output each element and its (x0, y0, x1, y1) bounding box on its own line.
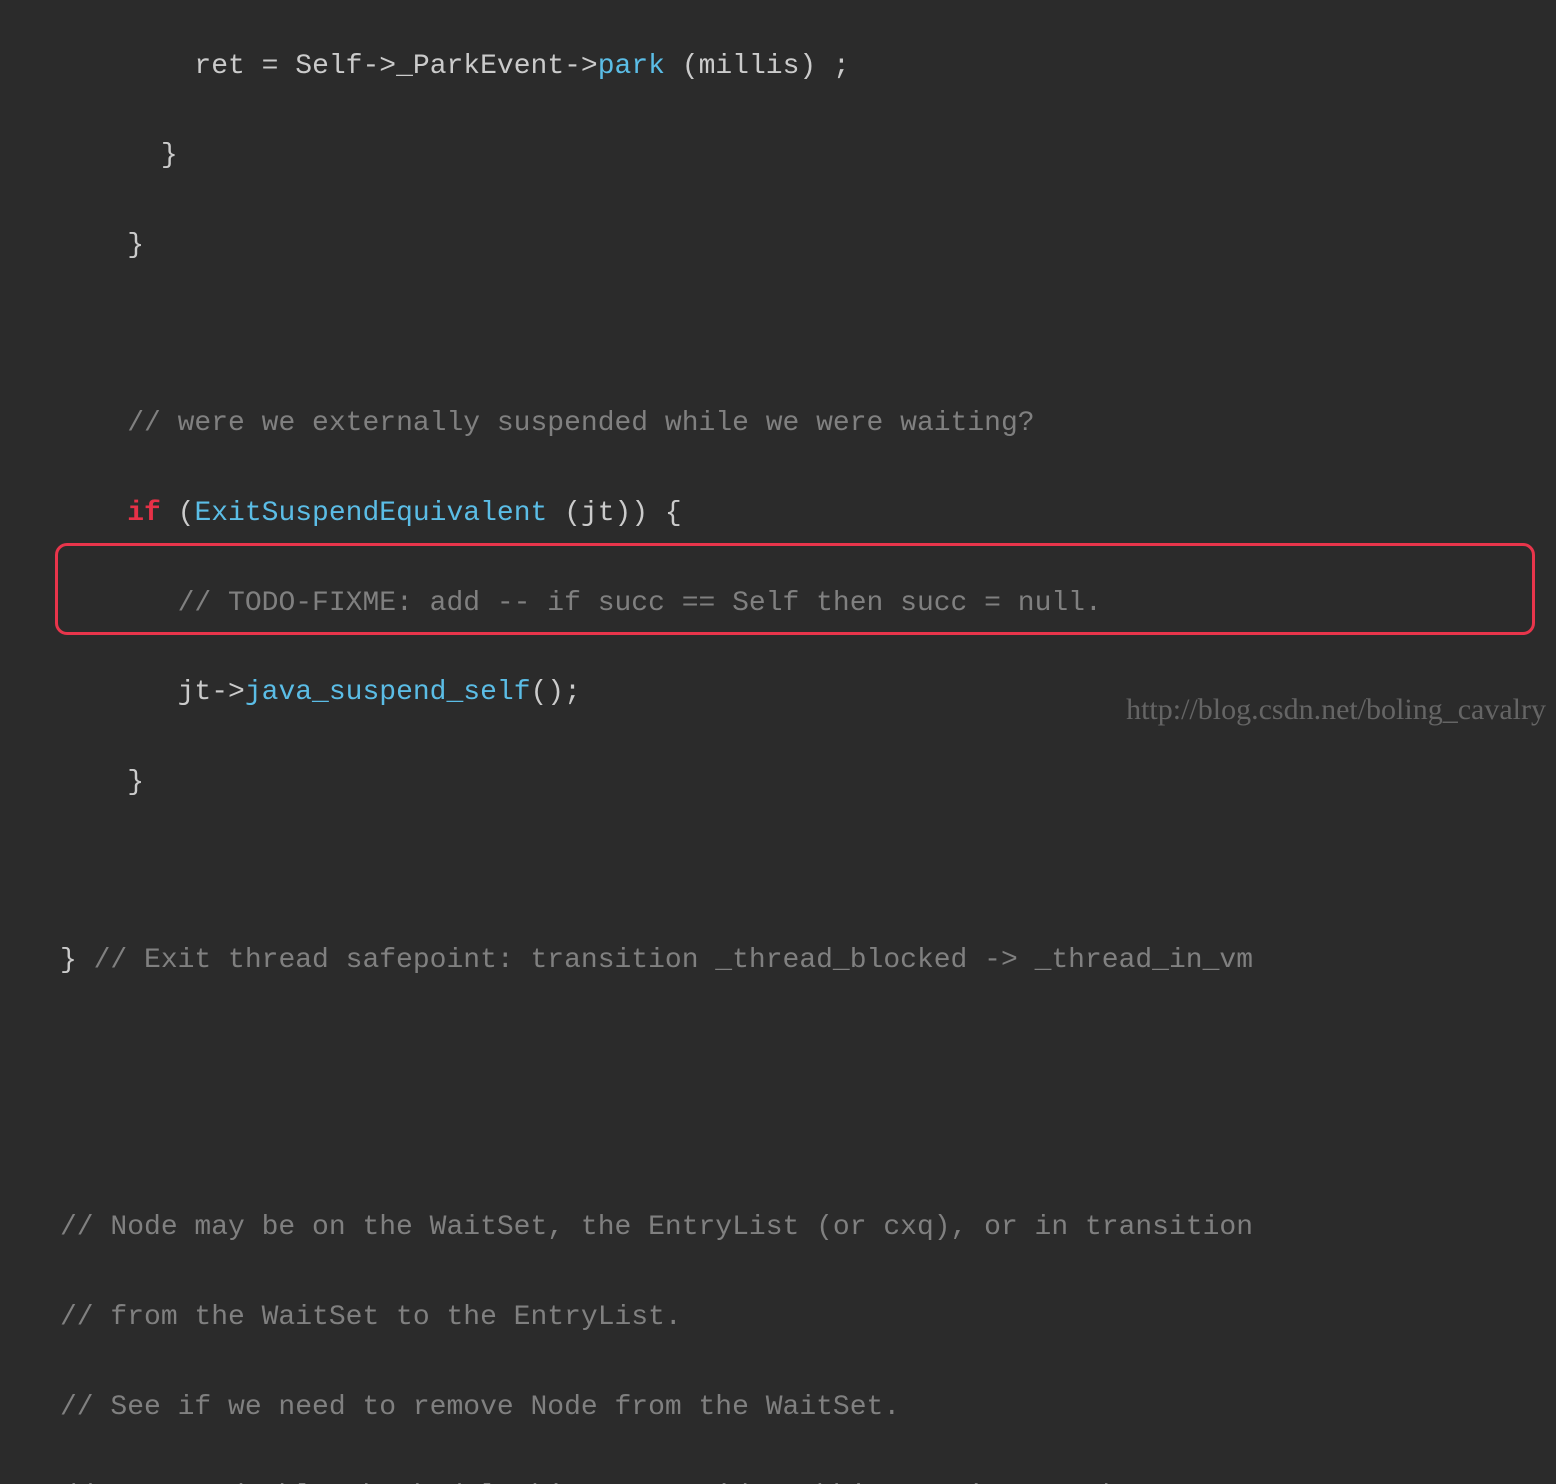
code-line: } (60, 761, 1556, 806)
function-exitsuspend: ExitSuspendEquivalent (194, 498, 547, 529)
comment: // were we externally suspended while we… (127, 408, 1034, 439)
code-line (60, 850, 1556, 894)
code-line: } // Exit thread safepoint: transition _… (60, 939, 1556, 984)
comment-highlighted: // Node may be on the WaitSet, the Entry… (60, 1206, 1556, 1251)
code-line: } (60, 224, 1556, 269)
function-java-suspend: java_suspend_self (245, 677, 531, 708)
code-line: } (60, 134, 1556, 179)
code-editor: ret = Self->_ParkEvent->park (millis) ; … (0, 0, 1556, 1484)
code-line: if (ExitSuspendEquivalent (jt)) { (60, 492, 1556, 537)
comment-highlighted: // from the WaitSet to the EntryList. (60, 1296, 1556, 1341)
code-line (60, 314, 1556, 358)
code-line: // TODO-FIXME: add -- if succ == Self th… (60, 582, 1556, 627)
code-line (60, 1029, 1556, 1073)
code-line: // were we externally suspended while we… (60, 402, 1556, 447)
variable-ret: ret (194, 51, 244, 82)
keyword-if: if (127, 498, 161, 529)
comment: // See if we need to remove Node from th… (60, 1386, 1556, 1431)
watermark-text: http://blog.csdn.net/boling_cavalry (1126, 686, 1546, 734)
code-line: ret = Self->_ParkEvent->park (millis) ; (60, 45, 1556, 90)
function-park: park (598, 51, 665, 82)
code-line (60, 1118, 1556, 1162)
comment: // We use double-checked locking to avoi… (60, 1475, 1556, 1484)
comment: // Exit thread safepoint: transition _th… (94, 945, 1253, 976)
comment: // TODO-FIXME: add -- if succ == Self th… (178, 588, 1102, 619)
